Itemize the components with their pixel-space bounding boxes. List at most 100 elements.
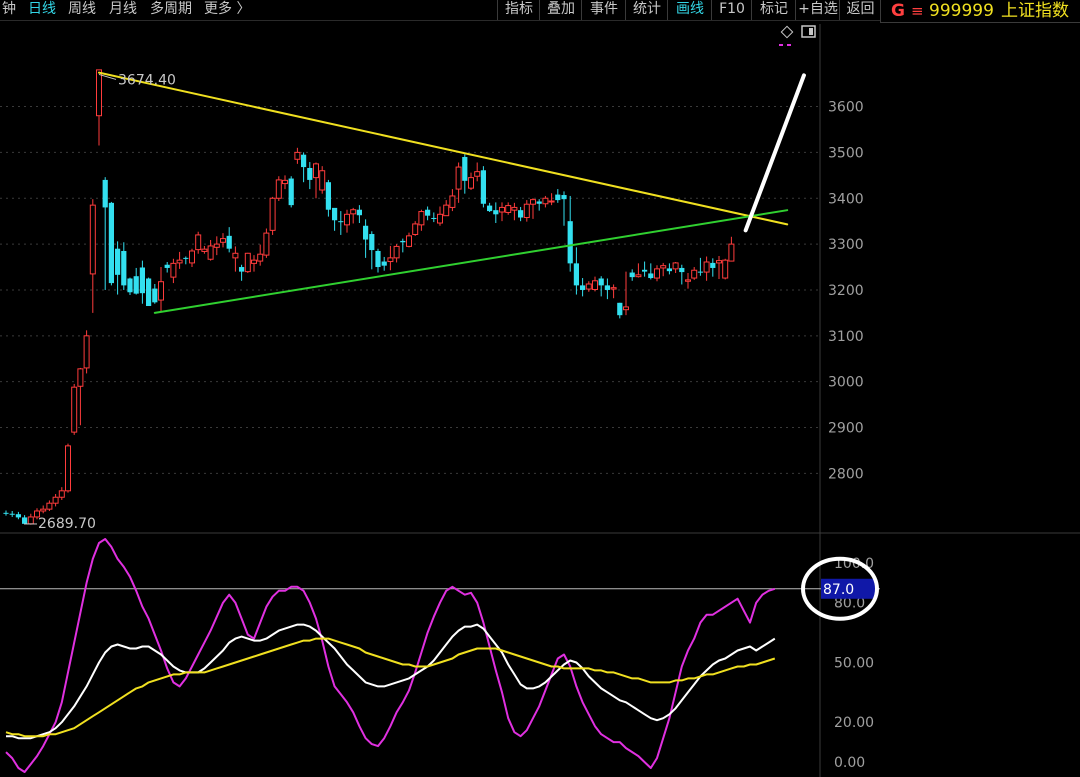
candle-body-down (108, 202, 114, 284)
candle-body-down (617, 302, 623, 316)
add-watchlist-button[interactable]: +自选 (795, 0, 840, 20)
candle-body-down (629, 272, 635, 278)
candle-body-up (89, 204, 96, 275)
candle-body-up (170, 262, 177, 278)
candle-body-up (406, 235, 412, 247)
tab-daily[interactable]: 日线 (28, 0, 56, 20)
candle-body-up (71, 386, 78, 433)
panel-toggle-icon-fill (809, 28, 813, 35)
tab-weekly[interactable]: 周线 (68, 0, 96, 20)
candle-body-down (375, 250, 381, 268)
candle-body-up (158, 281, 164, 301)
candle-body-down (555, 194, 561, 201)
price-tick-label: 3500 (828, 145, 864, 161)
candle-body-down (642, 269, 648, 272)
candle-body-up (195, 234, 202, 251)
indicator-button[interactable]: 指标 (497, 0, 540, 20)
price-tick-label: 3600 (828, 100, 864, 116)
indicator-lines[interactable] (5, 538, 776, 773)
candle-body-down (573, 263, 579, 286)
candle-body-up (468, 177, 474, 189)
candle-body-up (251, 259, 257, 264)
candle-body-up (691, 269, 698, 279)
main-price-grid (0, 24, 1080, 777)
period-toolbar: 钟 日线 周线 月线 多周期 更多 〉 指标 叠加 事件 统计 画线 F10 标… (0, 0, 880, 21)
tab-monthly[interactable]: 月线 (109, 0, 137, 20)
candle-body-up (672, 262, 679, 270)
tab-minute[interactable]: 钟 (2, 0, 16, 20)
g-icon[interactable]: G (891, 0, 905, 22)
candle-body-down (356, 209, 362, 216)
candle-body-up (716, 260, 722, 264)
candle-body-up (294, 151, 301, 160)
event-button[interactable]: 事件 (581, 0, 626, 20)
price-tick-label: 3200 (828, 283, 864, 299)
candle-body-up (548, 200, 555, 203)
candle-body-down (338, 221, 344, 223)
candle-body-up (83, 335, 90, 369)
candle-body-down (15, 514, 21, 518)
candle-body-up (635, 274, 642, 278)
tab-more[interactable]: 更多 〉 (204, 0, 250, 20)
candle-body-up (418, 211, 425, 226)
trendline-arrow (743, 73, 806, 233)
candlestick-series[interactable] (3, 69, 735, 525)
candle-body-down (431, 217, 437, 219)
candle-body-up (393, 245, 400, 259)
candle-body-up (511, 206, 518, 211)
candle-body-down (462, 156, 468, 181)
candle-body-up (282, 179, 288, 185)
candle-body-up (660, 265, 667, 269)
f10-button[interactable]: F10 (711, 0, 752, 20)
high-price-label: 3674.40 (118, 72, 176, 88)
candle-body-down (369, 234, 375, 251)
candle-body-down (146, 278, 152, 307)
back-button[interactable]: 返回 (839, 0, 881, 20)
price-tick-label: 2900 (828, 421, 864, 437)
candle-body-down (133, 276, 139, 294)
candle-body-up (703, 261, 710, 273)
candle-body-up (244, 252, 251, 273)
overlay-button[interactable]: 叠加 (539, 0, 582, 20)
candle-body-down (226, 235, 232, 249)
candle-body-up (610, 287, 617, 290)
mark-button[interactable]: 标记 (751, 0, 796, 20)
kline-chart[interactable]: 3600 3500 3400 3300 3200 3100 3000 2900 2800 367… (0, 0, 1080, 777)
candle-body-up (257, 253, 264, 262)
candle-body-up (220, 238, 226, 243)
candle-body-up (449, 195, 456, 208)
tab-multi-period[interactable]: 多周期 (150, 0, 192, 20)
candle-body-down (648, 273, 654, 279)
stock-code: 999999 (929, 1, 994, 21)
price-tick-label: 3000 (828, 375, 864, 391)
candle-body-up (505, 205, 512, 213)
candle-body-down (183, 257, 189, 259)
stock-name: 上证指数 (1001, 1, 1069, 21)
statistics-button[interactable]: 统计 (625, 0, 668, 20)
candle-body-down (127, 278, 133, 293)
candle-body-down (22, 517, 28, 524)
indicator-tick-label: 0.00 (834, 755, 865, 771)
candle-body-up (728, 243, 735, 262)
candle-body-up (275, 179, 282, 199)
candle-body-down (139, 267, 145, 294)
candle-body-up (455, 166, 462, 190)
candle-body-up (387, 257, 394, 263)
candle-body-up (263, 232, 270, 256)
candle-body-down (666, 268, 672, 272)
candle-body-down (567, 221, 573, 264)
menu-icon[interactable]: ≡ (911, 0, 924, 22)
draw-line-button[interactable]: 画线 (667, 0, 712, 20)
candle-body-down (102, 179, 108, 208)
candle-body-up (207, 245, 214, 260)
price-tick-label: 2800 (828, 466, 864, 482)
candle-body-down (301, 154, 307, 168)
candle-body-down (332, 207, 338, 221)
value-badge-text: 87.0 (823, 582, 854, 598)
candle-body-down (400, 240, 406, 243)
candle-body-down (381, 261, 387, 266)
candle-body-down (598, 278, 604, 286)
panel-toggle-icon (801, 25, 816, 38)
trendline-drawings[interactable] (98, 71, 806, 314)
chart-corner-icons[interactable] (779, 25, 816, 46)
